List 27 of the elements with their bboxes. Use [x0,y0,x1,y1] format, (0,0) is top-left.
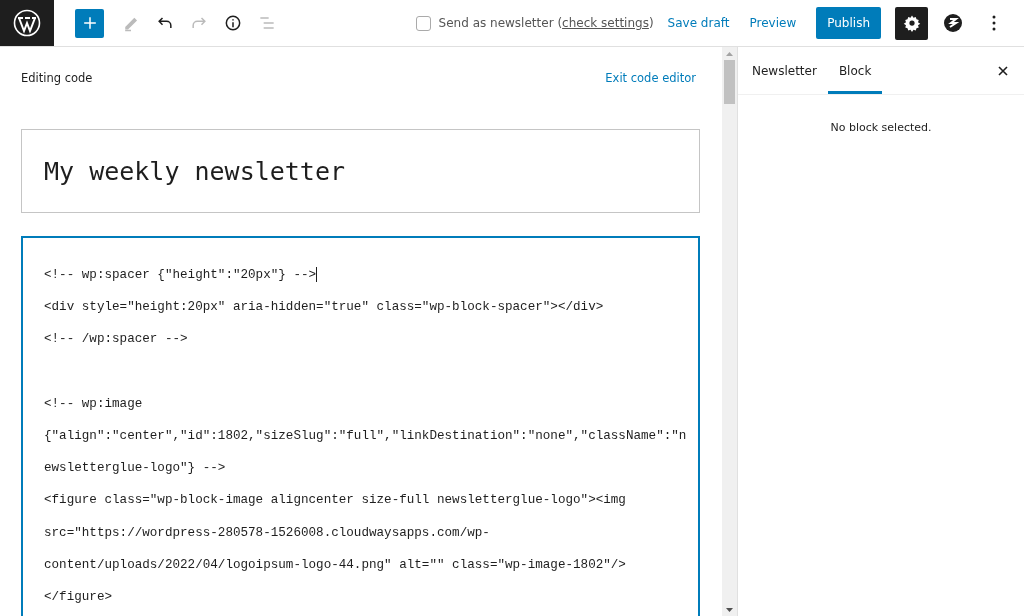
wordpress-logo-icon [13,9,41,37]
scroll-up-icon [726,52,733,56]
title-field[interactable]: My weekly newsletter [21,129,700,213]
more-icon [991,15,996,31]
inserter-button[interactable] [75,8,104,38]
publish-button[interactable]: Publish [816,7,881,39]
check-settings-link[interactable]: check settings [562,16,649,30]
code-editor-field[interactable]: <!-- wp:spacer {"height":"20px"} --> <div style="height:20px" aria-hidden="true" class="wp-block-spacer"></div> <!-- /wp:spacer --> <!-- wp:image {"align":"center","id":1802,"sizeSlug":"full","linkDestination":"none","className":"n ewsletterglue-logo"} --> <figure class="wp-block-image aligncenter size-full newsletterglue-logo"><img src="https://wordpress-280578-1526008.cloudwaysapps.com/wp- content/uploads/2022/04/logoipsum-logo-44.png" alt="" class="wp-image-1802"/> </figure> [21,236,700,616]
plugin-logo-icon [942,13,963,33]
preview-button[interactable]: Preview [743,10,803,36]
info-icon [223,13,243,33]
close-icon [998,65,1008,76]
scrollbar-thumb[interactable] [724,60,735,104]
editor-heading: Editing code [21,71,93,85]
sidebar-tab[interactable]: Newsletter [741,47,828,94]
empty-message: No block selected. [829,121,933,134]
logo-tile[interactable] [0,0,54,46]
scrollbar[interactable] [722,47,738,616]
save-draft-button[interactable]: Save draft [661,10,736,36]
sidebar-tab[interactable]: Block [827,47,883,94]
settings-icon [902,14,921,32]
newsletter-checkbox[interactable] [415,15,431,31]
scroll-down-icon [726,608,733,612]
exit-code-editor-link[interactable]: Exit code editor [605,71,700,85]
newsletter-label: Send as newsletter (check settings) [438,16,654,30]
close-button[interactable] [996,63,1010,78]
settings-button[interactable] [895,6,928,40]
